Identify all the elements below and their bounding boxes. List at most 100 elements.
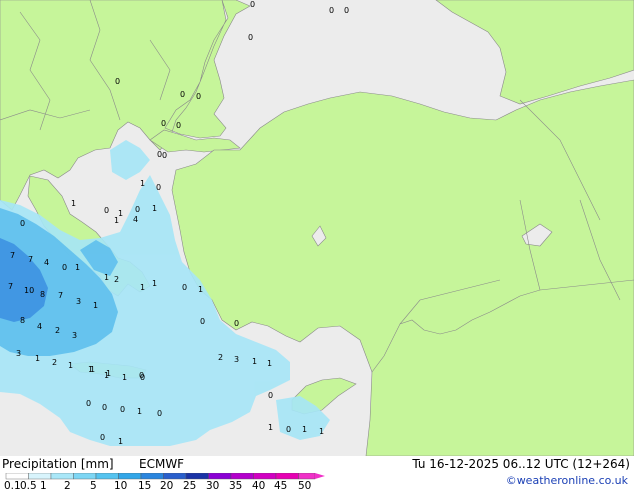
- precip-value-label: 1: [114, 216, 119, 225]
- precip-value-label: 1: [90, 365, 95, 374]
- precip-value-label: 0: [268, 391, 273, 400]
- precip-value-label: 0: [20, 219, 25, 228]
- legend-tick-label: 10: [114, 480, 127, 490]
- legend-swatch: [28, 473, 52, 480]
- legend-tick-label: 0.1: [4, 480, 21, 490]
- legend-swatch: [163, 473, 187, 480]
- precip-value-label: 0: [115, 77, 120, 86]
- precip-value-label: 3: [234, 355, 239, 364]
- precip-value-label: 1: [267, 359, 272, 368]
- precip-value-label: 1: [152, 204, 157, 213]
- precip-value-label: 0: [250, 0, 255, 9]
- precip-value-label: 2: [114, 275, 119, 284]
- precip-value-label: 1: [93, 301, 98, 310]
- precip-value-label: 0: [157, 150, 162, 159]
- precip-value-label: 1: [302, 425, 307, 434]
- precip-value-label: 1: [71, 199, 76, 208]
- legend-swatch: [95, 473, 119, 480]
- legend-tick-label: 0.5: [20, 480, 37, 490]
- precip-value-label: 0: [104, 206, 109, 215]
- precip-value-label: 2: [55, 326, 60, 335]
- precip-value-label: 3: [72, 331, 77, 340]
- precip-value-label: 10: [24, 286, 34, 295]
- precip-value-label: 0: [161, 119, 166, 128]
- precip-value-label: 0: [135, 205, 140, 214]
- precip-value-label: 7: [58, 291, 63, 300]
- footer-title: Precipitation [mm]: [2, 457, 114, 471]
- precip-value-label: 0: [344, 6, 349, 15]
- precip-value-label: 1: [118, 437, 123, 446]
- precip-value-label: 7: [8, 282, 13, 291]
- precip-value-label: 1: [152, 279, 157, 288]
- precip-value-label: 7: [28, 255, 33, 264]
- precip-value-label: 1: [268, 423, 273, 432]
- precip-value-label: 7: [10, 251, 15, 260]
- footer-valid-time: Tu 16-12-2025 06..12 UTC (12+264): [412, 457, 630, 471]
- precip-value-label: 4: [44, 258, 49, 267]
- footer-model: ECMWF: [139, 457, 185, 471]
- legend-tick-label: 5: [90, 480, 97, 490]
- color-legend: 0.1 0.5 1 2 5 10 15 20 25 30 35 40 45 50: [4, 473, 325, 490]
- legend-swatch: [298, 473, 316, 480]
- legend-tick-label: 50: [298, 480, 311, 490]
- precip-value-label: 3: [16, 349, 21, 358]
- legend-tick-label: 1: [40, 480, 47, 490]
- legend-tick-label: 20: [160, 480, 173, 490]
- legend-tick-label: 2: [64, 480, 71, 490]
- footer-credit: ©weatheronline.co.uk: [505, 474, 628, 487]
- legend-swatches: [5, 473, 325, 480]
- precip-value-label: 0: [182, 283, 187, 292]
- legend-swatch: [208, 473, 232, 480]
- precip-value-label: 1: [104, 273, 109, 282]
- precip-value-label: 2: [52, 358, 57, 367]
- precip-value-label: 0: [176, 121, 181, 130]
- precip-value-label: 0: [120, 405, 125, 414]
- precip-value-label: 2: [218, 353, 223, 362]
- precip-value-label: 0: [102, 403, 107, 412]
- precip-value-label: 1: [104, 371, 109, 380]
- legend-tick-label: 40: [252, 480, 265, 490]
- precip-value-label: 0: [162, 151, 167, 160]
- precip-value-label: 0: [100, 433, 105, 442]
- precip-value-label: 1: [252, 357, 257, 366]
- map-canvas: 00 0000 000001 00 110 11 407 7 40 1217 10 8 73 11 184 2…: [0, 0, 634, 457]
- legend-swatch: [50, 473, 74, 480]
- legend-swatch: [5, 473, 29, 480]
- legend-ticks: 0.1 0.5 1 2 5 10 15 20 25 30 35 40 45 50: [4, 480, 311, 490]
- precip-value-label: 0: [248, 33, 253, 42]
- legend-swatch: [253, 473, 277, 480]
- precip-value-label: 1: [137, 407, 142, 416]
- precipitation-map: 0 0 0 0 0 0 0 0 0 0 0 1 0 0 1 1 0 1 1 4 0 7 7 4 0 1 2 1 7 10 8 7 3 1 1 1 8 4 2…: [0, 0, 634, 457]
- precip-value-label: 1: [198, 285, 203, 294]
- precip-value-label: 8: [20, 316, 25, 325]
- precip-value-label: 1: [140, 283, 145, 292]
- legend-tick-label: 35: [229, 480, 242, 490]
- legend-tick-label: 30: [206, 480, 219, 490]
- precip-value-label: 4: [37, 322, 42, 331]
- precip-value-label: 1: [140, 179, 145, 188]
- legend-tick-label: 25: [183, 480, 196, 490]
- legend-tick-label: 45: [274, 480, 287, 490]
- legend-swatch: [230, 473, 254, 480]
- precip-value-label: 1: [122, 373, 127, 382]
- precip-value-label: 0: [157, 409, 162, 418]
- precip-value-label: 0: [86, 399, 91, 408]
- precip-value-label: 1: [319, 427, 324, 436]
- legend-swatch: [275, 473, 299, 480]
- legend-tick-label: 15: [138, 480, 151, 490]
- legend-swatch: [73, 473, 97, 480]
- legend-swatch: [185, 473, 209, 480]
- precip-value-label: 0: [156, 183, 161, 192]
- precip-value-label: 0: [62, 263, 67, 272]
- precip-value-label: 1: [68, 361, 73, 370]
- precip-value-label: 0: [234, 319, 239, 328]
- legend-swatch: [140, 473, 164, 480]
- precip-value-label: 1: [75, 263, 80, 272]
- precip-value-label: 0: [180, 90, 185, 99]
- precip-value-label: 1: [35, 354, 40, 363]
- precip-value-label: 0: [286, 425, 291, 434]
- precip-value-label: 4: [133, 215, 138, 224]
- legend-swatch: [118, 473, 142, 480]
- precip-value-label: 0: [200, 317, 205, 326]
- precip-value-label: 0: [140, 373, 145, 382]
